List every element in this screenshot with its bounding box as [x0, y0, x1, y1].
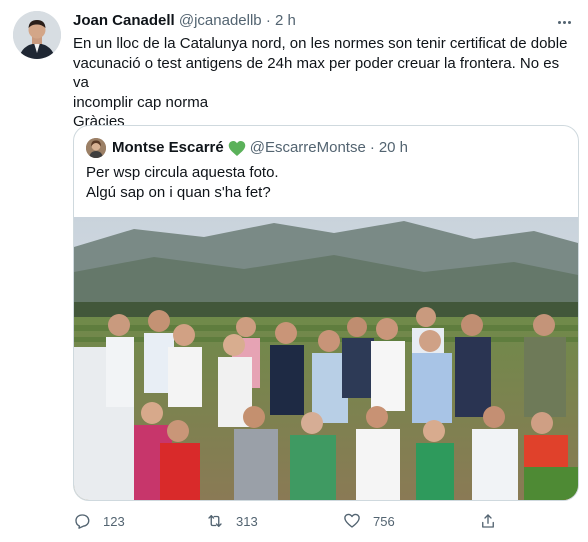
- tweet-header: Joan Canadell @jcanadellb · 2 h: [73, 11, 296, 31]
- like-count: 756: [373, 513, 395, 529]
- author-handle[interactable]: @jcanadellb: [179, 12, 262, 29]
- share-button[interactable]: [479, 512, 497, 530]
- like-button[interactable]: 756: [343, 512, 395, 530]
- quoted-text-line: Per wsp circula aquesta foto.: [86, 164, 279, 181]
- quoted-avatar: [86, 138, 106, 158]
- author-name[interactable]: Joan Canadell: [73, 12, 175, 29]
- retweet-count: 313: [236, 513, 258, 529]
- more-options-button[interactable]: [554, 13, 574, 31]
- quoted-header: Montse Escarré @EscarreMontse · 20 h: [112, 138, 408, 158]
- tweet-card[interactable]: Joan Canadell @jcanadellb · 2 h En un ll…: [0, 0, 588, 542]
- share-icon: [479, 512, 497, 530]
- quoted-separator: ·: [369, 139, 375, 156]
- reply-icon: [73, 512, 91, 530]
- quoted-tweet[interactable]: Montse Escarré @EscarreMontse · 20 h Per…: [73, 125, 579, 501]
- heart-icon: [343, 512, 361, 530]
- tweet-text-line: vacunació o test antigens de 24h max per…: [73, 54, 560, 92]
- retweet-button[interactable]: 313: [206, 512, 258, 530]
- tweet-text-line: incomplir cap norma: [73, 93, 209, 111]
- quoted-text-line: Algú sap on i quan s'ha fet?: [86, 183, 271, 201]
- group-photo[interactable]: [74, 217, 578, 500]
- tweet-text: En un lloc de la Catalunya nord, on les …: [73, 34, 573, 132]
- reply-button[interactable]: 123: [73, 512, 125, 530]
- action-bar: 123 313 756: [73, 512, 503, 534]
- quoted-text: Per wsp circula aquesta foto. Algú sap o…: [86, 163, 566, 202]
- quoted-author-handle: @EscarreMontse: [249, 139, 366, 156]
- header-separator: ·: [265, 12, 271, 29]
- reply-count: 123: [103, 513, 125, 529]
- avatar[interactable]: [13, 11, 61, 59]
- more-icon: [557, 20, 561, 24]
- tweet-text-line: En un lloc de la Catalunya nord, on les …: [73, 35, 568, 52]
- green-heart-icon: [228, 140, 246, 157]
- tweet-time[interactable]: 2 h: [275, 12, 296, 29]
- quoted-author-name: Montse Escarré: [112, 139, 224, 156]
- retweet-icon: [206, 512, 224, 530]
- quoted-time: 20 h: [378, 139, 409, 156]
